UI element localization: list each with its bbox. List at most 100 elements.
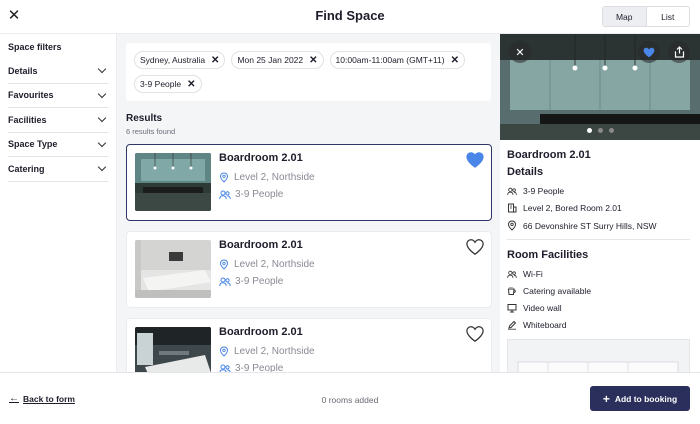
pen-icon <box>508 320 517 330</box>
detail-room: Level 2, Bored Room 2.01 <box>507 203 622 213</box>
close-details-button[interactable]: ✕ <box>509 41 531 63</box>
room-location: Level 2, Northside <box>219 259 315 270</box>
carousel-dots <box>500 128 700 133</box>
chevron-down-icon <box>97 138 107 147</box>
favourite-details-button[interactable] <box>638 41 660 63</box>
filter-label: Details <box>8 65 38 76</box>
room-capacity: 3-9 People <box>219 189 283 200</box>
facility-label: Whiteboard <box>523 320 567 330</box>
room-name: Boardroom 2.01 <box>219 152 303 164</box>
facility-label: Wi-Fi <box>523 269 543 279</box>
location-text: Level 2, Northside <box>234 259 315 270</box>
room-details-panel: ✕ Boardroom 2.01 Details 3-9 People Leve… <box>500 34 700 372</box>
room-thumbnail <box>135 240 211 298</box>
top-bar: ✕ Find Space Map List <box>0 0 700 34</box>
room-capacity: 3-9 People <box>219 276 283 287</box>
capacity-text: 3-9 People <box>235 189 284 200</box>
capacity-text: 3-9 People <box>235 276 284 287</box>
location-text: Level 2, Northside <box>234 172 315 183</box>
room-name: Boardroom 2.01 <box>219 326 303 338</box>
filter-space-type[interactable]: Space Type <box>8 133 108 157</box>
filter-label: Favourites <box>8 90 54 101</box>
chip-label: 3-9 People <box>140 79 182 89</box>
people-icon <box>507 270 517 278</box>
carousel-dot[interactable] <box>608 128 614 133</box>
filter-label: Catering <box>8 163 45 174</box>
remove-chip-icon[interactable]: ✕ <box>187 79 195 90</box>
room-thumbnail <box>135 327 211 372</box>
facility-label: Catering available <box>523 286 592 296</box>
room-card[interactable]: Boardroom 2.01 Level 2, Northside 3-9 Pe… <box>126 231 492 308</box>
filter-chip: Sydney, Australia ✕ <box>134 51 226 69</box>
map-view-button[interactable]: Map <box>603 7 647 26</box>
remove-chip-icon[interactable]: ✕ <box>451 55 459 66</box>
floor-plan-image <box>507 339 690 372</box>
results-heading: Results <box>126 113 163 124</box>
add-label: Add to booking <box>614 393 678 404</box>
close-icon: ✕ <box>515 46 525 59</box>
room-name: Boardroom 2.01 <box>219 239 303 251</box>
favourite-heart-icon[interactable] <box>466 151 484 169</box>
people-icon <box>219 190 231 199</box>
coffee-icon <box>507 287 516 295</box>
list-view-button[interactable]: List <box>647 7 690 26</box>
filters-sidebar: Space filters Details Favourites Facilit… <box>0 34 117 372</box>
facility-item: Catering available <box>507 286 591 296</box>
room-card[interactable]: Boardroom 2.01 Level 2, Northside 3-9 Pe… <box>126 144 492 221</box>
chevron-down-icon <box>97 89 107 98</box>
filter-facilities[interactable]: Facilities <box>8 108 108 133</box>
share-icon <box>674 46 684 58</box>
detail-address: 66 Devonshire ST Surry Hills, NSW <box>507 220 657 231</box>
detail-room-text: Level 2, Bored Room 2.01 <box>523 203 622 213</box>
location-pin-icon <box>219 346 229 357</box>
share-button[interactable] <box>668 41 690 63</box>
people-icon <box>219 277 231 286</box>
filters-title: Space filters <box>8 42 62 52</box>
add-to-booking-button[interactable]: + Add to booking <box>590 386 690 411</box>
filter-favourites[interactable]: Favourites <box>8 84 108 108</box>
carousel-dot[interactable] <box>597 128 603 133</box>
chevron-down-icon <box>97 114 107 123</box>
facility-label: Video wall <box>523 303 562 313</box>
divider <box>507 239 690 240</box>
favourite-heart-icon[interactable] <box>466 325 484 343</box>
details-heading: Details <box>507 166 544 178</box>
detail-capacity-text: 3-9 People <box>523 186 565 196</box>
room-location: Level 2, Northside <box>219 346 315 357</box>
plus-icon: + <box>602 391 610 406</box>
chip-label: 10:00am-11:00am (GMT+11) <box>335 55 445 65</box>
details-room-name: Boardroom 2.01 <box>507 149 591 161</box>
chevron-down-icon <box>97 163 107 172</box>
people-icon <box>507 187 517 195</box>
location-pin-icon <box>507 220 517 231</box>
results-panel: Sydney, Australia ✕ Mon 25 Jan 2022 ✕ 10… <box>117 34 500 372</box>
building-icon <box>508 203 517 213</box>
filter-chip: 3-9 People ✕ <box>134 75 202 93</box>
filter-details[interactable]: Details <box>8 59 108 84</box>
remove-chip-icon[interactable]: ✕ <box>211 55 219 66</box>
monitor-icon <box>507 304 517 313</box>
room-capacity: 3-9 People <box>219 363 283 372</box>
capacity-text: 3-9 People <box>235 363 284 372</box>
facility-item: Whiteboard <box>507 320 566 330</box>
favourite-heart-icon[interactable] <box>466 238 484 256</box>
facility-item: Wi-Fi <box>507 269 543 279</box>
filter-chip: 10:00am-11:00am (GMT+11) ✕ <box>329 51 465 69</box>
room-card[interactable]: Boardroom 2.01 Level 2, Northside 3-9 Pe… <box>126 318 492 372</box>
filter-chip: Mon 25 Jan 2022 ✕ <box>231 51 324 69</box>
people-icon <box>219 364 231 372</box>
location-pin-icon <box>219 172 229 183</box>
room-thumbnail <box>135 153 211 211</box>
view-toggle: Map List <box>602 6 690 27</box>
chip-label: Mon 25 Jan 2022 <box>237 55 304 65</box>
footer-bar: ← Back to form 0 rooms added + Add to bo… <box>0 372 700 424</box>
location-pin-icon <box>219 259 229 270</box>
remove-chip-icon[interactable]: ✕ <box>309 55 317 66</box>
detail-address-text: 66 Devonshire ST Surry Hills, NSW <box>523 220 657 231</box>
filter-catering[interactable]: Catering <box>8 157 108 182</box>
location-text: Level 2, Northside <box>234 346 315 357</box>
heart-icon <box>643 47 655 57</box>
filter-label: Space Type <box>8 139 58 150</box>
carousel-dot[interactable] <box>586 128 592 133</box>
chevron-down-icon <box>97 65 107 74</box>
